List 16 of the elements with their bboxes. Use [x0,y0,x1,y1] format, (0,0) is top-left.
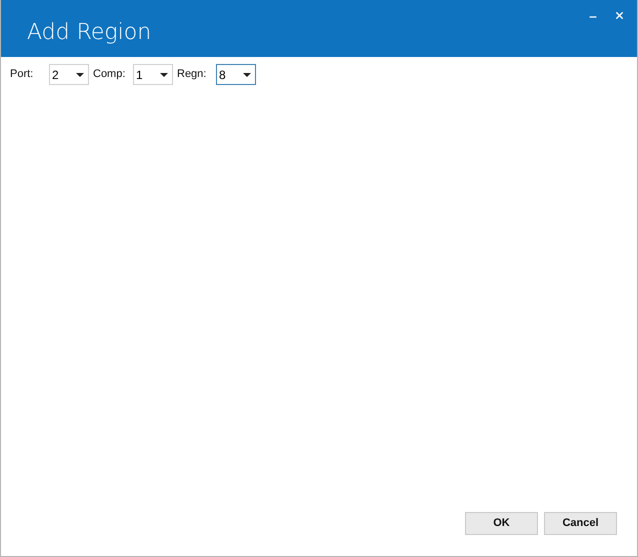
field-label: Comp: [93,67,126,82]
dropdown[interactable]: 8 [216,64,256,85]
close-icon[interactable] [614,10,624,20]
field-label: Port: [10,67,34,82]
dialog-button[interactable]: OK [465,512,538,535]
dialog-button[interactable]: Cancel [544,512,617,535]
dropdown[interactable]: 1 [133,64,173,85]
window-title: Add Region [27,19,152,47]
caret-icon [160,72,168,76]
caret-icon [243,72,251,76]
dropdown-value: 2 [52,66,59,84]
dropdown[interactable]: 2 [49,64,89,85]
dropdown-value: 1 [136,66,143,84]
dropdown-value: 8 [219,66,226,84]
caret-icon [76,72,84,76]
field-label: Regn: [177,67,208,82]
